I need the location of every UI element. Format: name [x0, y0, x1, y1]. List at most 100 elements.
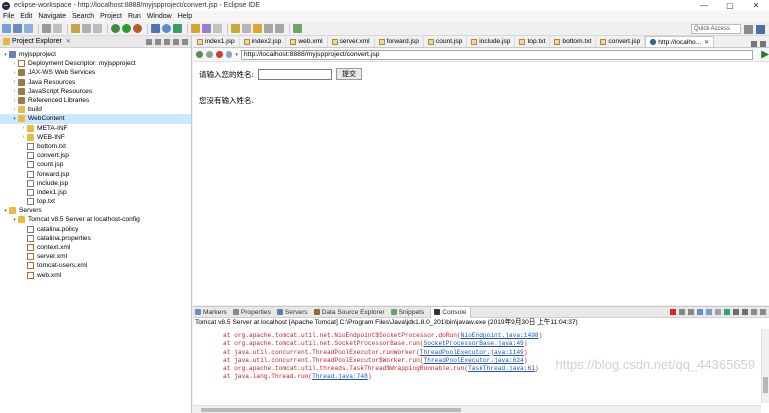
maximize-icon[interactable] — [760, 309, 766, 315]
editor-tab[interactable]: web.xml — [286, 36, 328, 47]
external-tools-icon[interactable] — [133, 24, 142, 33]
open-console-icon[interactable] — [742, 309, 748, 315]
submit-button[interactable]: 提交 — [336, 68, 363, 80]
collapsed-arrow-icon[interactable]: › — [11, 88, 18, 94]
search-icon[interactable] — [213, 24, 222, 33]
source-link[interactable]: SocketProcessorBase.java:49 — [424, 340, 524, 347]
editor-tab[interactable]: count.jsp — [424, 36, 468, 47]
tree-item[interactable]: server.xml — [0, 252, 191, 261]
collapsed-arrow-icon[interactable]: › — [11, 79, 18, 85]
stop-icon[interactable] — [215, 51, 223, 58]
save-all-icon[interactable] — [24, 24, 33, 33]
menu-navigate[interactable]: Navigate — [38, 13, 66, 20]
tree-item[interactable]: tomcat-users.xml — [0, 261, 191, 270]
collapsed-arrow-icon[interactable]: › — [11, 107, 18, 113]
new-icon[interactable] — [2, 24, 11, 33]
tree-item[interactable]: › Java Resources — [0, 78, 191, 87]
tree-item[interactable]: › META-INF — [0, 124, 191, 133]
new-package-icon[interactable] — [162, 24, 171, 33]
tree-item[interactable]: web.xml — [0, 271, 191, 280]
tree-item[interactable]: index1.jsp — [0, 188, 191, 197]
panel-tab-snippets[interactable]: Snippets — [390, 309, 424, 316]
close-tab-icon[interactable]: ✕ — [704, 39, 709, 46]
pin-editor-icon[interactable] — [293, 24, 302, 33]
close-icon[interactable]: ✕ — [66, 38, 71, 45]
tree-item[interactable]: › build — [0, 105, 191, 114]
menu-edit[interactable]: Edit — [20, 13, 32, 20]
editor-tab[interactable]: index2.jsp — [240, 36, 287, 47]
minimize-icon[interactable] — [173, 38, 179, 45]
open-resource-icon[interactable] — [202, 24, 211, 33]
tree-item[interactable]: › JavaScript Resources — [0, 87, 191, 96]
console-vertical-scrollbar[interactable] — [761, 329, 769, 403]
tree-item[interactable]: ▾ Tomcat v8.5 Server at localhost-config — [0, 215, 191, 224]
panel-tab-data-source-explorer[interactable]: Data Source Explorer — [313, 309, 385, 316]
menu-run[interactable]: Run — [128, 13, 141, 20]
forward-icon[interactable] — [205, 51, 213, 58]
debug-icon[interactable] — [111, 24, 120, 33]
refresh-icon[interactable] — [225, 51, 233, 58]
editor-tab[interactable]: bottom.txt — [550, 36, 597, 47]
run-icon[interactable] — [122, 24, 131, 33]
word-wrap-icon[interactable] — [715, 309, 721, 315]
scroll-thumb[interactable] — [763, 377, 768, 393]
expanded-arrow-icon[interactable]: ▾ — [11, 217, 18, 223]
scroll-lock-icon[interactable] — [706, 309, 712, 315]
print-icon[interactable] — [42, 24, 51, 33]
panel-tab-servers[interactable]: Servers — [276, 309, 308, 316]
editor-tab[interactable]: http://localho... ✕ — [645, 36, 715, 47]
source-link[interactable]: TaskThread.java:61 — [468, 365, 535, 372]
forward-icon[interactable] — [275, 24, 284, 33]
tree-item[interactable]: bottom.txt — [0, 142, 191, 151]
skip-breakpoints-icon[interactable] — [71, 24, 80, 33]
back-icon[interactable] — [264, 24, 273, 33]
new-class-icon[interactable] — [173, 24, 182, 33]
annotation-prev-icon[interactable] — [242, 24, 251, 33]
annotation-next-icon[interactable] — [231, 24, 240, 33]
maximize-icon[interactable] — [760, 41, 766, 47]
source-link[interactable]: Thread.java:748 — [312, 373, 368, 380]
clear-console-icon[interactable] — [697, 309, 703, 315]
tree-item[interactable]: top.txt — [0, 197, 191, 206]
panel-tab-console[interactable]: Console — [430, 306, 471, 318]
editor-tab[interactable]: server.xml — [328, 36, 375, 47]
save-icon[interactable] — [13, 24, 22, 33]
view-menu-icon[interactable] — [164, 38, 170, 45]
source-link[interactable]: ThreadPoolExecutor.java:1149 — [420, 349, 524, 356]
expanded-arrow-icon[interactable]: ▾ — [2, 52, 9, 58]
panel-tab-markers[interactable]: Markers — [195, 309, 227, 316]
menu-file[interactable]: File — [3, 13, 14, 20]
tree-item[interactable]: forward.jsp — [0, 169, 191, 178]
link-editor-icon[interactable] — [155, 38, 161, 45]
open-type-icon[interactable] — [191, 24, 200, 33]
quick-access-input[interactable]: Quick Access — [691, 24, 741, 34]
url-input[interactable] — [240, 49, 754, 60]
tree-item[interactable]: › JAX-WS Web Services — [0, 68, 191, 77]
menu-search[interactable]: Search — [72, 13, 94, 20]
source-link[interactable]: ThreadPoolExecutor.java:624 — [424, 357, 524, 364]
expanded-arrow-icon[interactable]: ▾ — [11, 116, 18, 122]
terminal-icon[interactable] — [53, 24, 62, 33]
go-icon[interactable] — [761, 50, 769, 59]
pin-console-icon[interactable] — [724, 309, 730, 315]
console-horizontal-scrollbar[interactable] — [193, 405, 761, 413]
collapsed-arrow-icon[interactable]: › — [20, 125, 27, 131]
collapsed-arrow-icon[interactable]: › — [20, 134, 27, 140]
tree-item[interactable]: ▾ Servers — [0, 206, 191, 215]
open-perspective-icon[interactable] — [744, 25, 753, 34]
panel-tab-properties[interactable]: Properties — [232, 309, 271, 316]
maximize-icon[interactable] — [182, 38, 188, 45]
chevron-down-icon[interactable]: ▾ — [235, 52, 238, 58]
minimize-icon[interactable] — [751, 309, 757, 315]
display-console-icon[interactable] — [733, 309, 739, 315]
editor-tab[interactable]: convert.jsp — [596, 36, 646, 47]
tree-item[interactable]: context.xml — [0, 243, 191, 252]
back-icon[interactable] — [196, 51, 203, 58]
source-link[interactable]: NioEndpoint.java:1498 — [461, 332, 539, 339]
collapsed-arrow-icon[interactable]: › — [11, 70, 18, 76]
scroll-thumb[interactable] — [201, 408, 461, 412]
project-explorer-title[interactable]: Project Explorer — [12, 38, 62, 45]
menu-help[interactable]: Help — [178, 13, 192, 20]
menu-project[interactable]: Project — [100, 13, 122, 20]
tree-item[interactable]: catalina.properties — [0, 234, 191, 243]
